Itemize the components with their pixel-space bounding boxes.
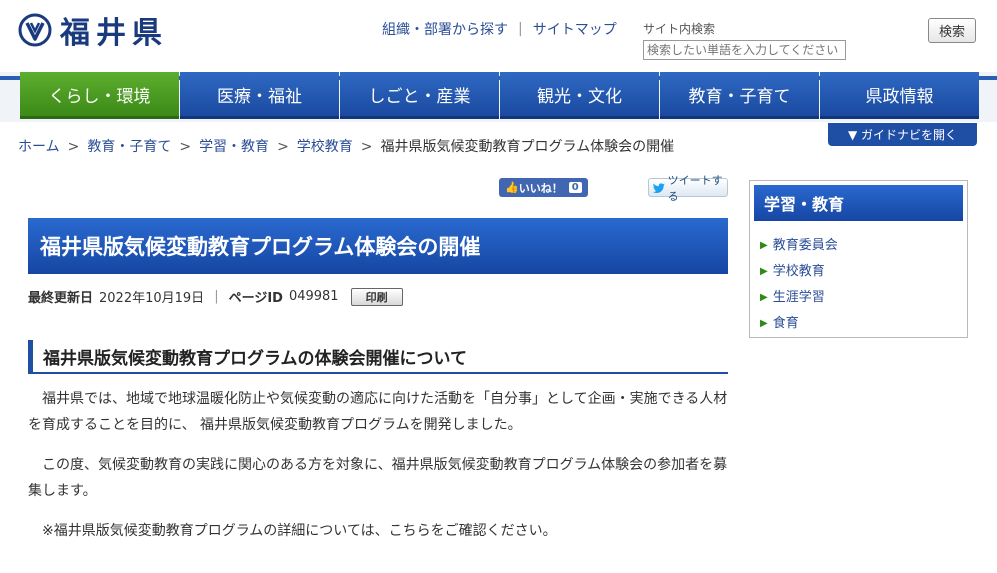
facebook-like-button[interactable]: 👍 いいね！ 0 [499, 178, 588, 197]
nav-item-prefectural-info[interactable]: 県政情報 [820, 72, 979, 119]
global-nav: くらし・環境 医療・福祉 しごと・産業 観光・文化 教育・子育て 県政情報 [20, 72, 980, 119]
section-heading: 福井県版気候変動教育プログラムの体験会開催について [28, 340, 728, 374]
breadcrumb-separator: > [67, 139, 80, 155]
thumbs-up-icon: 👍 [505, 181, 519, 194]
breadcrumb-separator: > [277, 139, 289, 155]
triangle-right-icon: ▶ [760, 240, 768, 251]
sidebar-item-lifelong-learning[interactable]: ▶ 生涯学習 [760, 285, 838, 311]
breadcrumb-learning-education[interactable]: 学習・教育 [199, 139, 269, 155]
page-title: 福井県版気候変動教育プログラム体験会の開催 [28, 218, 728, 274]
breadcrumb-current: 福井県版気候変動教育プログラム体験会の開催 [380, 139, 675, 155]
triangle-right-icon: ▶ [760, 266, 768, 277]
twitter-bird-icon [653, 182, 665, 193]
paragraph-recruitment: この度、気候変動教育の実践に関心のある方を対象に、福井県版気候変動教育プログラム… [28, 457, 728, 499]
org-search-link[interactable]: 組織・部署から探す [382, 19, 508, 39]
breadcrumb-separator: > [179, 139, 192, 155]
divider: | [214, 289, 219, 304]
updated-label: 最終更新日 [28, 291, 94, 306]
sidebar-item-school-education[interactable]: ▶ 学校教育 [760, 259, 838, 285]
nav-item-education-childcare[interactable]: 教育・子育て [660, 72, 819, 119]
nav-item-tourism-culture[interactable]: 観光・文化 [500, 72, 659, 119]
breadcrumb: ホーム > 教育・子育て > 学習・教育 > 学校教育 > 福井県版気候変動教育プログラム体験会… [18, 136, 674, 156]
sitemap-link[interactable]: サイトマップ [533, 19, 617, 39]
triangle-right-icon: ▶ [760, 318, 768, 329]
global-nav-bar: くらし・環境 医療・福祉 しごと・産業 観光・文化 教育・子育て 県政情報 [0, 72, 997, 122]
nav-item-medical-welfare[interactable]: 医療・福祉 [180, 72, 339, 119]
sidebar-item-label: 食育 [772, 316, 799, 331]
sidebar-title: 学習・教育 [754, 185, 963, 221]
page-id: 049981 [288, 289, 339, 304]
divider: | [518, 21, 523, 37]
sidebar-item-food-education[interactable]: ▶ 食育 [760, 311, 838, 337]
search-button[interactable]: 検索 [928, 18, 976, 43]
sidebar-item-board-of-education[interactable]: ▶ 教育委員会 [760, 233, 838, 259]
triangle-right-icon: ▶ [760, 292, 768, 303]
like-label: いいね！ [518, 181, 563, 195]
breadcrumb-education-childcare[interactable]: 教育・子育て [87, 139, 171, 155]
logo-text: 福井県 [60, 16, 168, 51]
tweet-label: ツイートする [667, 173, 723, 203]
top-links: 組織・部署から探す | サイトマップ [382, 19, 617, 39]
site-header: 福井県 組織・部署から探す | サイトマップ サイト内検索 検索 [0, 0, 997, 72]
sidebar-category-box: 学習・教育 ▶ 教育委員会 ▶ 学校教育 ▶ 生涯学習 ▶ 食育 [749, 180, 968, 338]
search-label: サイト内検索 [643, 22, 716, 36]
sidebar-item-label: 教育委員会 [772, 238, 838, 253]
page-meta: 最終更新日 2022年10月19日 | ページID 049981 印刷 [28, 287, 403, 306]
nav-item-work-industry[interactable]: しごと・産業 [340, 72, 499, 119]
breadcrumb-school-education[interactable]: 学校教育 [297, 139, 353, 155]
paragraph-note: ※福井県版気候変動教育プログラムの詳細については、こちらをご確認ください。 [42, 523, 557, 539]
updated-date: 2022年10月19日 [99, 291, 205, 306]
breadcrumb-home[interactable]: ホーム [18, 139, 60, 155]
page-id-label: ページID [228, 291, 283, 306]
nav-item-living-environment[interactable]: くらし・環境 [20, 72, 179, 119]
paragraph-intro: 福井県では、地域で地球温暖化防止や気候変動の適応に向けた活動を「自分事」として企… [28, 391, 728, 433]
guide-navi-button[interactable]: ▼ ガイドナビを開く [828, 123, 977, 146]
sidebar-item-label: 生涯学習 [772, 290, 825, 305]
prefecture-emblem-icon [18, 13, 52, 47]
like-count: 0 [568, 182, 582, 193]
print-button[interactable]: 印刷 [350, 287, 403, 306]
search-input[interactable] [643, 40, 846, 60]
sidebar-list: ▶ 教育委員会 ▶ 学校教育 ▶ 生涯学習 ▶ 食育 [760, 233, 838, 337]
site-logo[interactable]: 福井県 [18, 8, 168, 52]
breadcrumb-separator: > [360, 139, 373, 155]
sidebar-item-label: 学校教育 [772, 264, 825, 279]
tweet-button[interactable]: ツイートする [648, 174, 728, 203]
